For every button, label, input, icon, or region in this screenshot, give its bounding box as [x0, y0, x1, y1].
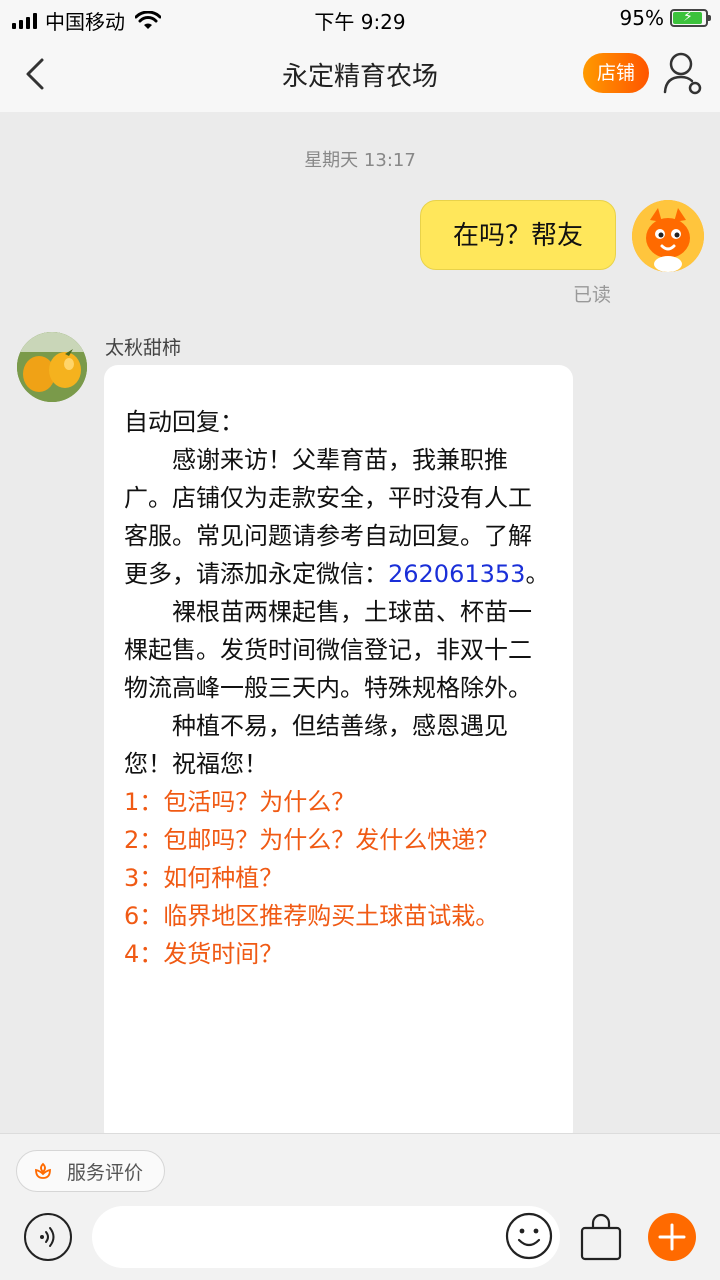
- plus-icon: [658, 1223, 686, 1251]
- message-timestamp: 星期天 13:17: [304, 150, 416, 171]
- battery-percent: 95%: [619, 6, 664, 30]
- faq-link-shipping[interactable]: 2：包邮吗？为什么？发什么快递？: [124, 821, 553, 859]
- faq-link-border-regions[interactable]: 6：临界地区推荐购买土球苗试栽。: [124, 897, 553, 935]
- battery-icon: ⚡: [670, 9, 711, 27]
- service-rating-label: 服务评价: [67, 1161, 144, 1184]
- sender-name: 太秋甜柿: [105, 337, 182, 359]
- more-button[interactable]: [648, 1213, 696, 1261]
- emoji-icon[interactable]: [505, 1212, 553, 1260]
- service-rating-button[interactable]: 服务评价: [16, 1150, 165, 1192]
- my-message-bubble[interactable]: 在吗？帮友: [420, 200, 616, 270]
- flower-icon: [35, 1162, 51, 1179]
- voice-icon: [40, 1227, 55, 1247]
- faq-link-survival[interactable]: 1：包活吗？为什么？: [124, 783, 553, 821]
- auto-reply-paragraph: 裸根苗两棵起售，土球苗、杯苗一棵起售。发货时间微信登记，非双十二物流高峰一般三天…: [124, 598, 532, 702]
- status-bar: 中国移动 下午 9:29 95% ⚡: [0, 0, 720, 36]
- status-right: 95% ⚡: [619, 6, 711, 30]
- faq-link-delivery-time[interactable]: 4：发货时间？: [124, 935, 553, 973]
- shop-button[interactable]: 店铺: [583, 53, 649, 93]
- read-status: 已读: [573, 284, 612, 306]
- voice-button[interactable]: [24, 1213, 72, 1261]
- input-area: 服务评价: [0, 1133, 720, 1280]
- profile-settings-icon[interactable]: [662, 50, 704, 96]
- nav-bar: 永定精育农场 店铺: [0, 36, 720, 112]
- mascot-avatar-icon: [632, 200, 704, 272]
- my-avatar[interactable]: [632, 200, 704, 272]
- auto-reply-paragraph: 种植不易，但结善缘，感恩遇见您！祝福您！: [124, 712, 508, 778]
- persimmon-avatar-icon: [17, 332, 87, 402]
- faq-link-planting[interactable]: 3：如何种植？: [124, 859, 553, 897]
- para1-end: 。: [525, 560, 550, 588]
- message-input[interactable]: [92, 1206, 560, 1268]
- sender-avatar[interactable]: [17, 332, 87, 402]
- auto-reply-heading: 自动回复：: [124, 408, 244, 436]
- auto-reply-paragraph: 感谢来访！父辈育苗，我兼职推广。店铺仅为走款安全，平时没有人工客服。常见问题请参…: [124, 441, 553, 593]
- auto-reply-bubble: 自动回复： 感谢来访！父辈育苗，我兼职推广。店铺仅为走款安全，平时没有人工客服。…: [104, 365, 573, 1145]
- status-time: 下午 9:29: [314, 10, 406, 34]
- wechat-id-link[interactable]: 262061353: [388, 560, 525, 588]
- shopping-bag-icon[interactable]: [578, 1212, 624, 1262]
